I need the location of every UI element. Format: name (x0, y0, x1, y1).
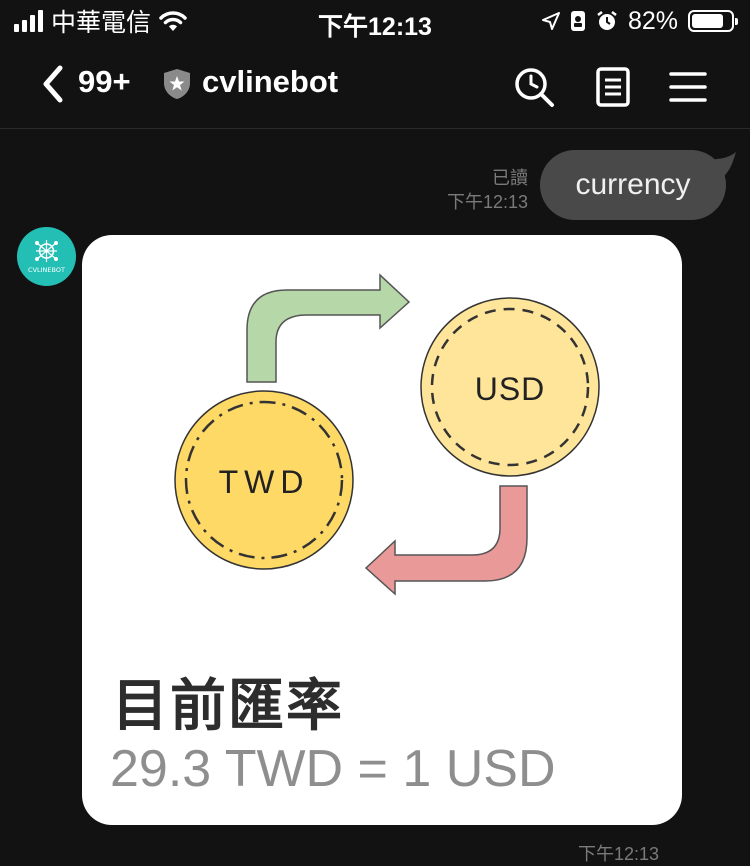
status-bar: 中華電信 下午12:13 82% (0, 0, 750, 41)
bot-message-time: 下午12:13 (578, 844, 660, 864)
verified-shield-icon (164, 69, 190, 99)
sent-time: 下午12:13 (446, 192, 528, 212)
back-chevron-icon[interactable] (38, 64, 74, 104)
status-right: 82% (541, 6, 738, 35)
currency-card[interactable]: TWD USD 目前匯率 29.3 TWD = 1 USD (82, 235, 682, 825)
message-read-status: 已讀 下午12:13 (447, 166, 528, 214)
alarm-icon (597, 11, 617, 30)
battery-level (692, 14, 724, 28)
user-message-text: currency (575, 168, 691, 201)
twd-coin: TWD (174, 390, 354, 570)
chat-header: 99+ cvlinebot (0, 40, 750, 129)
red-arrow (364, 485, 528, 596)
bot-avatar[interactable]: CVLINEBOT (17, 227, 76, 286)
location-arrow-icon (541, 12, 560, 30)
search-history-icon[interactable] (513, 66, 555, 108)
read-label: 已讀 (492, 168, 528, 188)
card-title: 目前匯率 (112, 674, 344, 737)
green-arrow (246, 273, 411, 383)
battery-percent: 82% (627, 6, 678, 35)
notes-icon[interactable] (592, 66, 634, 108)
exchange-rate-text: 29.3 TWD = 1 USD (110, 740, 556, 798)
unread-count[interactable]: 99+ (78, 64, 131, 100)
chat-title[interactable]: cvlinebot (202, 64, 338, 100)
portrait-lock-icon (570, 11, 585, 31)
menu-icon[interactable] (667, 66, 709, 108)
avatar-text: CVLINEBOT (28, 266, 65, 274)
battery-icon (688, 10, 738, 32)
bot-logo-icon: CVLINEBOT (28, 240, 65, 274)
twd-label: TWD (219, 464, 310, 500)
usd-coin: USD (420, 297, 600, 477)
currency-exchange-illustration: TWD USD (174, 273, 600, 596)
user-message-bubble[interactable]: currency (540, 150, 726, 220)
usd-label: USD (475, 371, 546, 407)
